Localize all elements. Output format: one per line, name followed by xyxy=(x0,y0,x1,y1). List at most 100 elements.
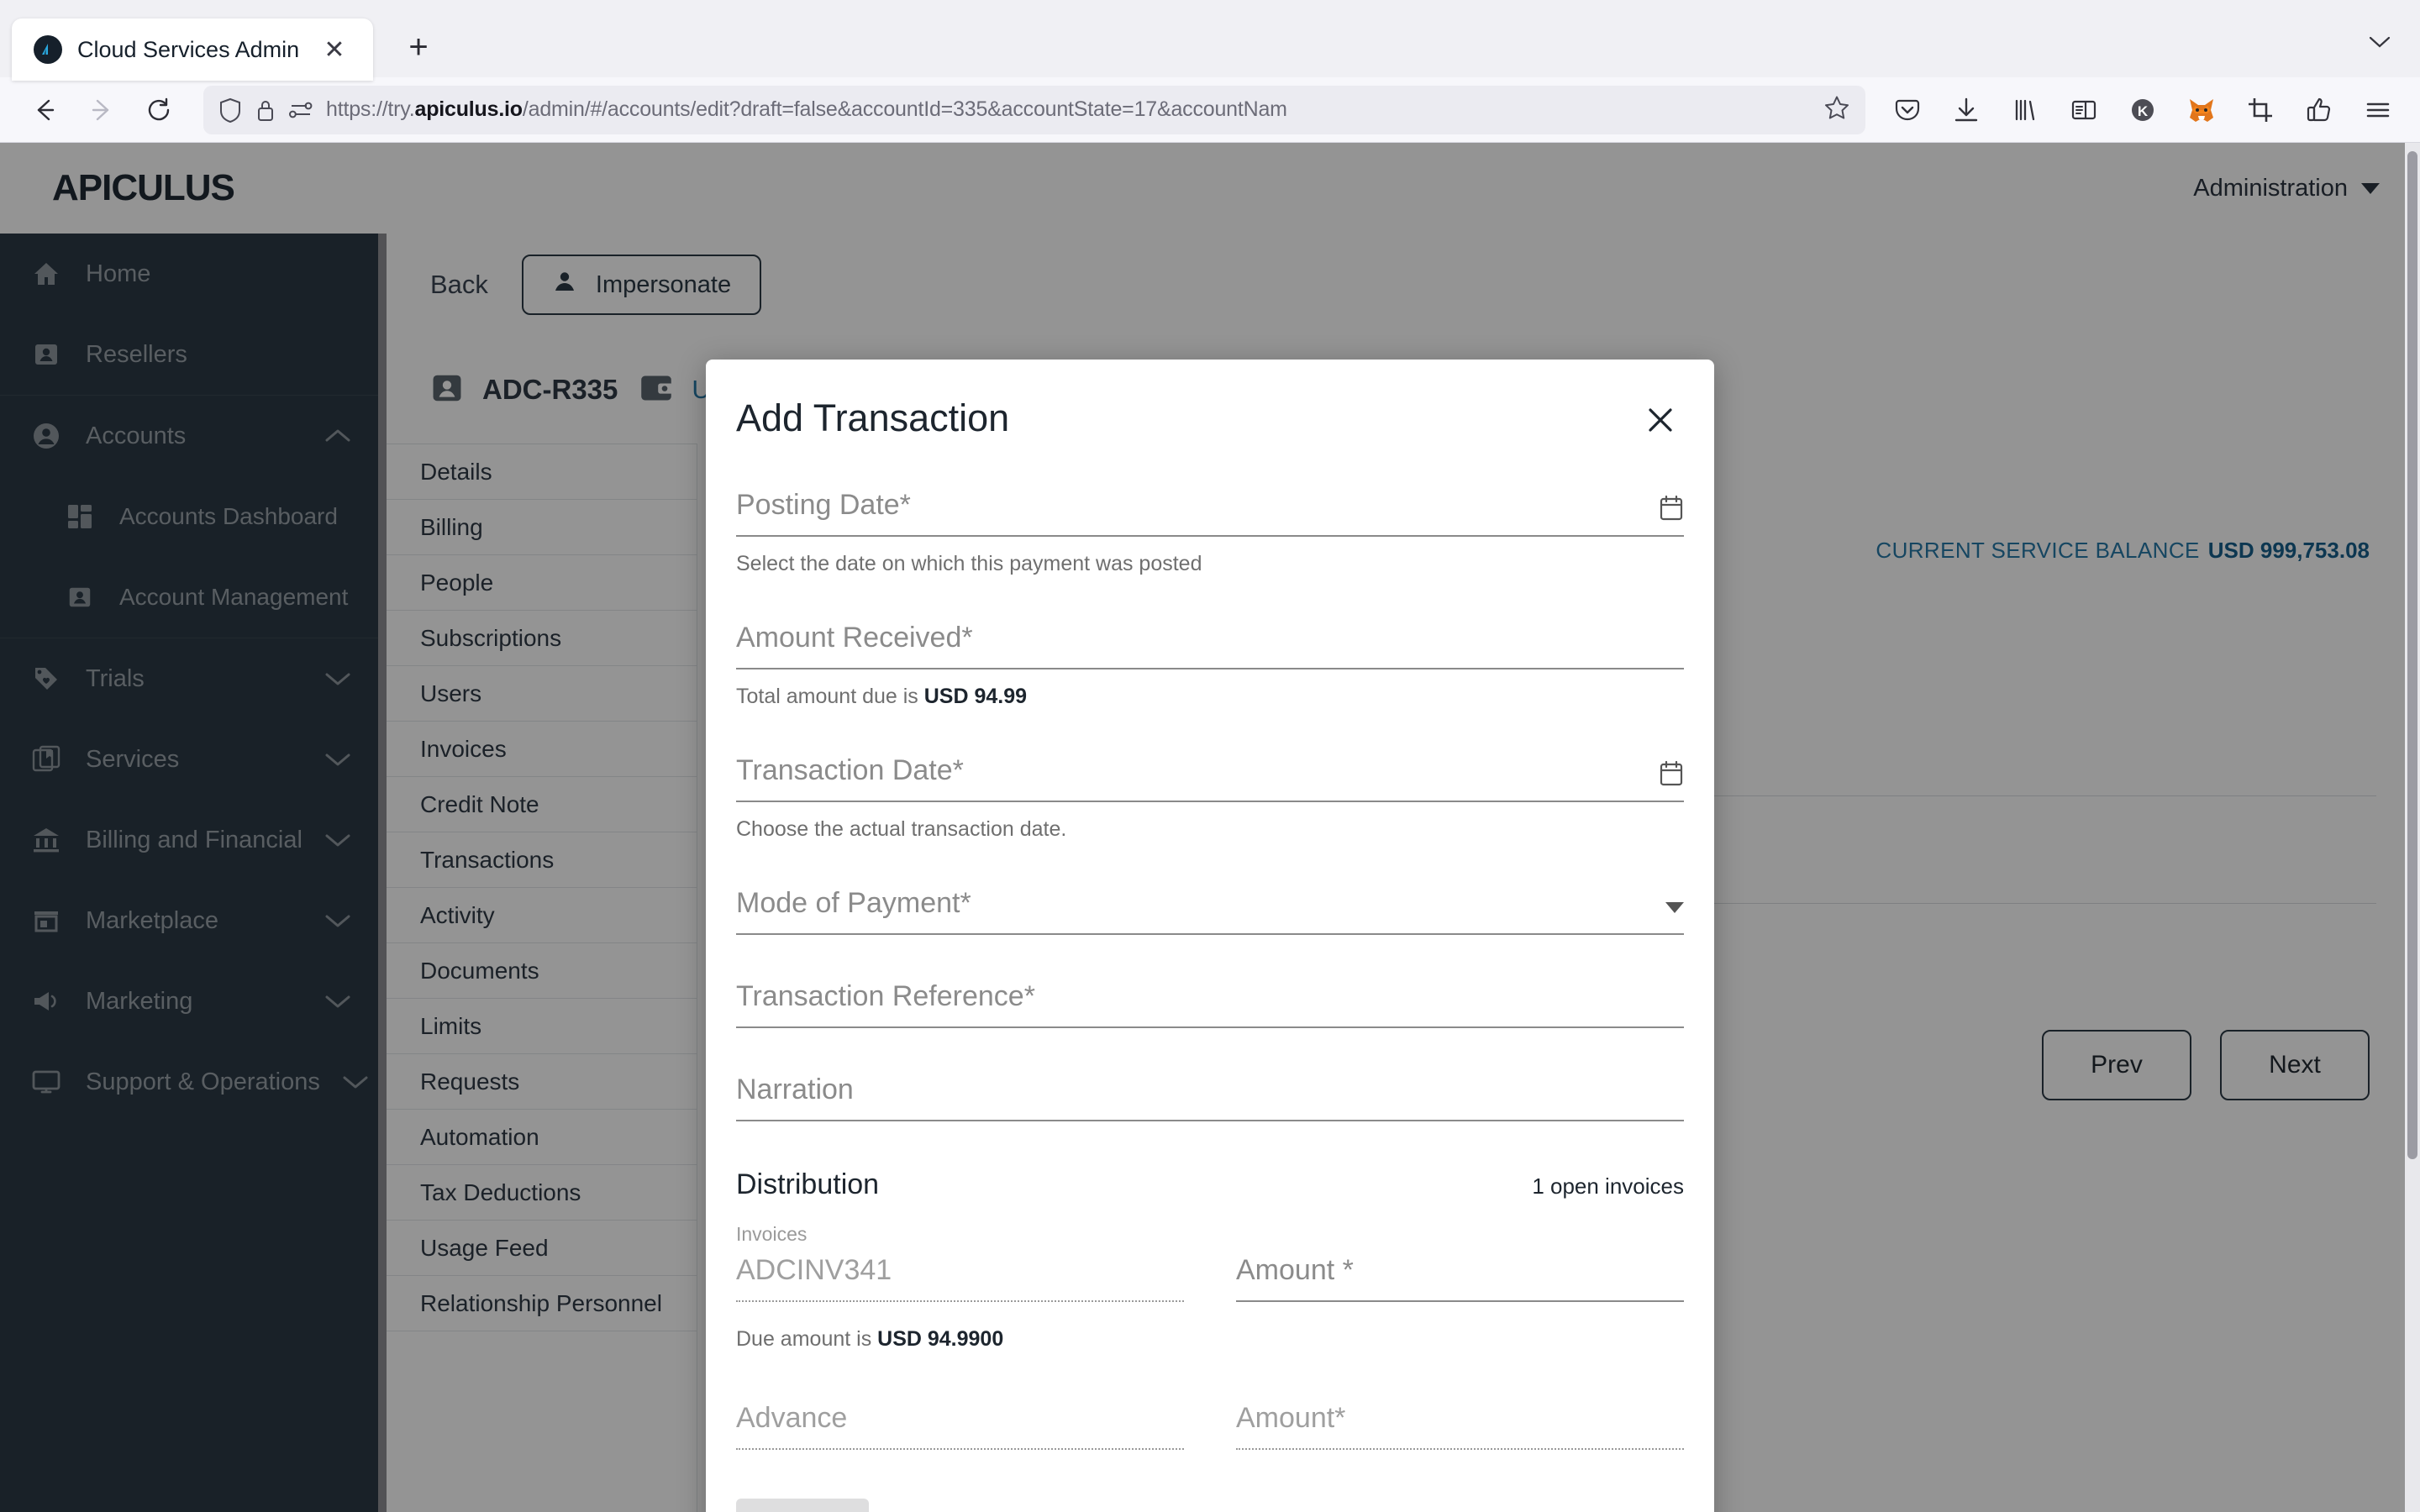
thumb-extension-icon[interactable] xyxy=(2296,87,2343,134)
account-circle-icon xyxy=(29,418,64,454)
permissions-icon[interactable] xyxy=(289,100,313,120)
sidebar-item-support-and-operations[interactable]: Support & Operations xyxy=(0,1042,387,1122)
home-icon xyxy=(29,256,64,291)
tab-details[interactable]: Details xyxy=(387,444,697,500)
invoice-amount-input[interactable]: Amount * xyxy=(1236,1254,1684,1302)
hamburger-menu-icon[interactable] xyxy=(2354,87,2402,134)
reader-view-icon[interactable] xyxy=(2060,87,2107,134)
sidebar-item-resellers[interactable]: Resellers xyxy=(0,314,387,395)
transaction-date-field: Transaction Date* Choose the actual tran… xyxy=(736,754,1684,842)
transaction-date-input[interactable]: Transaction Date* xyxy=(736,754,1684,802)
sidebar-item-home[interactable]: Home xyxy=(0,234,387,314)
transaction-date-label: Transaction Date* xyxy=(736,754,964,787)
administration-menu[interactable]: Administration xyxy=(2193,175,2380,202)
account-toolbar: Back Impersonate xyxy=(387,234,2420,336)
chevron-down-icon[interactable] xyxy=(2358,20,2402,64)
prev-button[interactable]: Prev xyxy=(2042,1030,2191,1100)
sidebar-item-accounts-dashboard[interactable]: Accounts Dashboard xyxy=(0,476,387,557)
tab-limits[interactable]: Limits xyxy=(387,999,697,1054)
tab-usage-feed[interactable]: Usage Feed xyxy=(387,1221,697,1276)
tab-relationship-personnel[interactable]: Relationship Personnel xyxy=(387,1276,697,1331)
sidebar-scrollbar[interactable] xyxy=(378,234,387,1512)
submit-button[interactable]: Submit xyxy=(736,1499,869,1512)
tab-activity[interactable]: Activity xyxy=(387,888,697,943)
narration-input[interactable]: Narration xyxy=(736,1074,1684,1121)
browser-toolbar-icons: K xyxy=(1884,87,2402,134)
tab-automation[interactable]: Automation xyxy=(387,1110,697,1165)
tab-billing[interactable]: Billing xyxy=(387,500,697,555)
apiculus-wordmark-logo: APICULUS xyxy=(52,166,313,210)
sidebar-item-label: Services xyxy=(86,746,302,774)
next-button[interactable]: Next xyxy=(2220,1030,2370,1100)
bookmark-star-icon[interactable] xyxy=(1823,94,1850,125)
tab-people[interactable]: People xyxy=(387,555,697,611)
pocket-icon[interactable] xyxy=(1884,87,1931,134)
sidebar-item-services[interactable]: Services xyxy=(0,719,387,800)
back-button[interactable]: Back xyxy=(430,270,488,300)
tab-credit-note[interactable]: Credit Note xyxy=(387,777,697,832)
crop-extension-icon[interactable] xyxy=(2237,87,2284,134)
tab-documents[interactable]: Documents xyxy=(387,943,697,999)
app-header: APICULUS Administration xyxy=(0,143,2420,234)
chevron-down-icon xyxy=(324,912,351,929)
browser-tab[interactable]: Cloud Services Admin ✕ xyxy=(12,18,373,81)
tab-invoices[interactable]: Invoices xyxy=(387,722,697,777)
download-icon[interactable] xyxy=(1943,87,1990,134)
posting-date-input[interactable]: Posting Date* xyxy=(736,489,1684,537)
chevron-down-icon xyxy=(324,832,351,848)
reload-icon[interactable] xyxy=(133,84,185,136)
tag-heart-icon xyxy=(29,661,64,696)
transaction-reference-input[interactable]: Transaction Reference* xyxy=(736,980,1684,1028)
account-id-chip: ADC-R335 xyxy=(430,371,618,409)
sidebar-item-marketing[interactable]: Marketing xyxy=(0,961,387,1042)
metamask-fox-icon[interactable] xyxy=(2178,87,2225,134)
dialog-actions: Submit Cancel xyxy=(736,1499,1684,1512)
chevron-down-icon xyxy=(324,993,351,1010)
chevron-down-icon xyxy=(324,670,351,687)
due-amount-prefix: Due amount is xyxy=(736,1327,877,1351)
tab-users[interactable]: Users xyxy=(387,666,697,722)
keeper-extension-icon[interactable]: K xyxy=(2119,87,2166,134)
forward-arrow-icon xyxy=(76,84,128,136)
library-icon[interactable] xyxy=(2002,87,2049,134)
invoice-value: ADCINV341 xyxy=(736,1254,1184,1302)
calendar-icon[interactable] xyxy=(1659,495,1684,522)
chevron-down-icon xyxy=(2361,183,2380,194)
sidebar-item-marketplace[interactable]: Marketplace xyxy=(0,880,387,961)
chevron-down-icon xyxy=(324,751,351,768)
close-icon[interactable] xyxy=(1637,396,1684,444)
calendar-icon[interactable] xyxy=(1659,760,1684,787)
sidebar-item-trials[interactable]: Trials xyxy=(0,638,387,719)
narration-label: Narration xyxy=(736,1074,854,1106)
tab-transactions[interactable]: Transactions xyxy=(387,832,697,888)
mode-of-payment-select[interactable]: Mode of Payment* xyxy=(736,887,1684,935)
svg-text:APICULUS: APICULUS xyxy=(52,167,234,208)
sidebar-nav: Home Resellers Accounts xyxy=(0,234,387,1512)
add-transaction-dialog: Add Transaction Posting Date* Select the… xyxy=(706,360,1714,1512)
close-icon[interactable]: ✕ xyxy=(318,33,351,66)
impersonate-label: Impersonate xyxy=(596,271,731,299)
sidebar-item-billing-and-financial[interactable]: Billing and Financial xyxy=(0,800,387,880)
impersonate-button[interactable]: Impersonate xyxy=(522,255,761,315)
advance-amount-input[interactable]: Amount* xyxy=(1236,1402,1684,1450)
shield-icon xyxy=(218,97,242,123)
back-arrow-icon[interactable] xyxy=(18,84,71,136)
new-tab-button[interactable]: + xyxy=(395,24,442,71)
sidebar-item-label: Account Management xyxy=(119,584,351,611)
advance-input[interactable]: Advance xyxy=(736,1402,1184,1450)
tab-tax-deductions[interactable]: Tax Deductions xyxy=(387,1165,697,1221)
wallet-icon xyxy=(639,373,673,407)
invoice-distribution-row: ADCINV341 Amount * xyxy=(736,1254,1684,1302)
amount-due-prefix: Total amount due is xyxy=(736,685,924,708)
svg-text:K: K xyxy=(2138,103,2149,119)
url-text[interactable]: https://try.apiculus.io/admin/#/accounts… xyxy=(326,97,1805,122)
url-bar[interactable]: https://try.apiculus.io/admin/#/accounts… xyxy=(203,86,1865,134)
narration-field: Narration xyxy=(736,1074,1684,1121)
page-scrollbar[interactable] xyxy=(2405,143,2420,1512)
tab-requests[interactable]: Requests xyxy=(387,1054,697,1110)
sidebar-item-account-management[interactable]: Account Management xyxy=(0,557,387,638)
administration-menu-label: Administration xyxy=(2193,175,2348,202)
tab-subscriptions[interactable]: Subscriptions xyxy=(387,611,697,666)
amount-received-input[interactable]: Amount Received* xyxy=(736,622,1684,669)
sidebar-item-accounts[interactable]: Accounts xyxy=(0,396,387,476)
